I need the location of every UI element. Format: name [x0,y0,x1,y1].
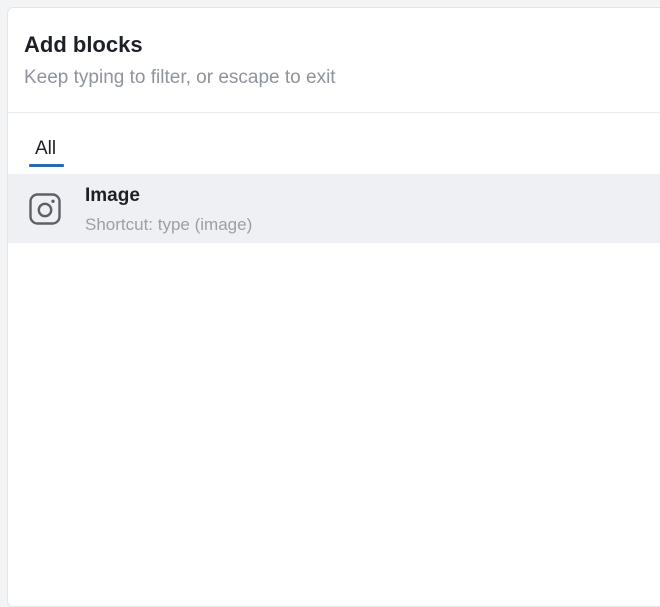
block-shortcut-hint: Shortcut: type (image) [85,215,253,234]
panel-header: Add blocks Keep typing to filter, or esc… [8,8,660,113]
panel-subtitle: Keep typing to filter, or escape to exit [24,67,336,88]
block-name: Image [85,185,140,206]
block-item-image[interactable]: Image Shortcut: type (image) [8,174,660,243]
selected-tab-indicator [29,164,64,167]
block-category-tabs: All [8,113,660,175]
panel-title: Add blocks [24,32,143,57]
add-blocks-panel: Add blocks Keep typing to filter, or esc… [7,7,660,607]
image-icon [29,193,61,225]
